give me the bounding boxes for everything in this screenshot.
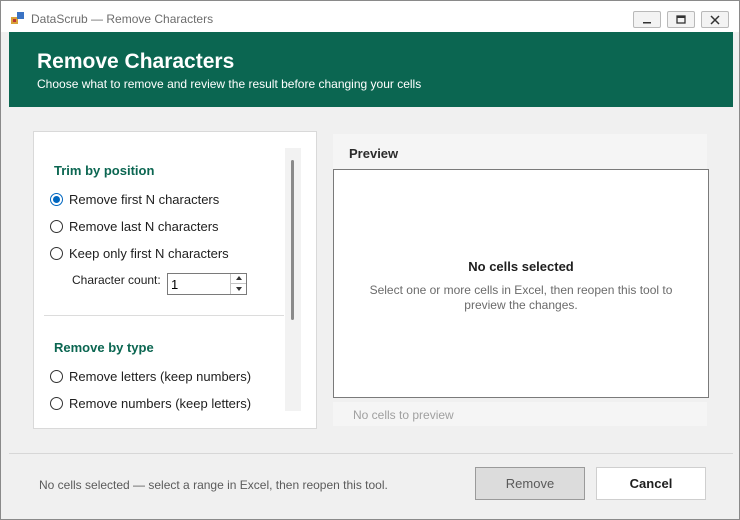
window-title: DataScrub — Remove Characters bbox=[31, 12, 214, 26]
options-scrollbar[interactable] bbox=[285, 148, 301, 411]
footer-bar: No cells selected — select a range in Ex… bbox=[9, 453, 733, 515]
radio-unselected-icon[interactable] bbox=[50, 396, 63, 410]
radio-remove-last[interactable]: Remove last N characters bbox=[50, 217, 219, 235]
radio-remove-letters[interactable]: Remove letters (keep numbers) bbox=[50, 367, 251, 385]
radio-label: Remove letters (keep numbers) bbox=[69, 368, 252, 384]
page-title: Remove Characters bbox=[37, 50, 235, 73]
preview-area: No cells selected Select one or more cel… bbox=[333, 169, 709, 398]
character-count-label: Character count: bbox=[72, 273, 161, 287]
cancel-button[interactable]: Cancel bbox=[596, 467, 706, 500]
close-icon bbox=[710, 15, 720, 25]
type-section-title: Remove by type bbox=[54, 340, 154, 355]
radio-unselected-icon[interactable] bbox=[50, 246, 63, 260]
preview-header: Preview bbox=[333, 134, 707, 169]
radio-label: Keep only first N characters bbox=[69, 245, 229, 261]
radio-unselected-icon[interactable] bbox=[50, 369, 63, 383]
remove-button[interactable]: Remove bbox=[475, 467, 585, 500]
stepper-down-icon[interactable] bbox=[230, 284, 246, 294]
radio-unselected-icon[interactable] bbox=[50, 219, 63, 233]
radio-label: Remove first N characters bbox=[69, 191, 220, 207]
app-window: DataScrub — Remove Characters Remove Cha… bbox=[0, 0, 740, 520]
minimize-icon bbox=[643, 22, 651, 24]
radio-selected-icon[interactable] bbox=[50, 192, 63, 206]
radio-remove-numbers[interactable]: Remove numbers (keep letters) bbox=[50, 394, 251, 412]
scrollbar-thumb[interactable] bbox=[291, 160, 294, 320]
preview-title: Preview bbox=[349, 146, 399, 161]
close-button[interactable] bbox=[701, 11, 729, 28]
empty-state-title: No cells selected bbox=[468, 259, 574, 274]
minimize-button[interactable] bbox=[633, 11, 661, 28]
radio-label: Remove last N characters bbox=[69, 218, 219, 234]
title-bar[interactable]: DataScrub — Remove Characters bbox=[1, 1, 739, 32]
maximize-icon bbox=[676, 15, 686, 24]
app-icon bbox=[11, 12, 24, 24]
maximize-button[interactable] bbox=[667, 11, 695, 28]
character-count-value[interactable]: 1 bbox=[171, 277, 178, 292]
radio-label: Remove numbers (keep letters) bbox=[69, 395, 252, 411]
main-content: Trim by position Remove first N characte… bbox=[9, 107, 733, 453]
radio-keep-first[interactable]: Keep only first N characters bbox=[50, 244, 229, 262]
preview-footer: No cells to preview bbox=[333, 402, 707, 426]
character-count-stepper[interactable]: 1 bbox=[167, 273, 247, 295]
section-divider bbox=[44, 315, 284, 316]
stepper-up-icon[interactable] bbox=[230, 274, 246, 284]
radio-remove-first[interactable]: Remove first N characters bbox=[50, 190, 219, 208]
status-text: No cells selected — select a range in Ex… bbox=[39, 478, 388, 492]
preview-status: No cells to preview bbox=[353, 408, 454, 422]
empty-state-message: Select one or more cells in Excel, then … bbox=[369, 283, 673, 312]
options-panel: Trim by position Remove first N characte… bbox=[33, 131, 317, 429]
header-banner: Remove Characters Choose what to remove … bbox=[9, 32, 733, 107]
trim-section-title: Trim by position bbox=[54, 163, 155, 178]
page-subtitle: Choose what to remove and review the res… bbox=[37, 77, 422, 91]
